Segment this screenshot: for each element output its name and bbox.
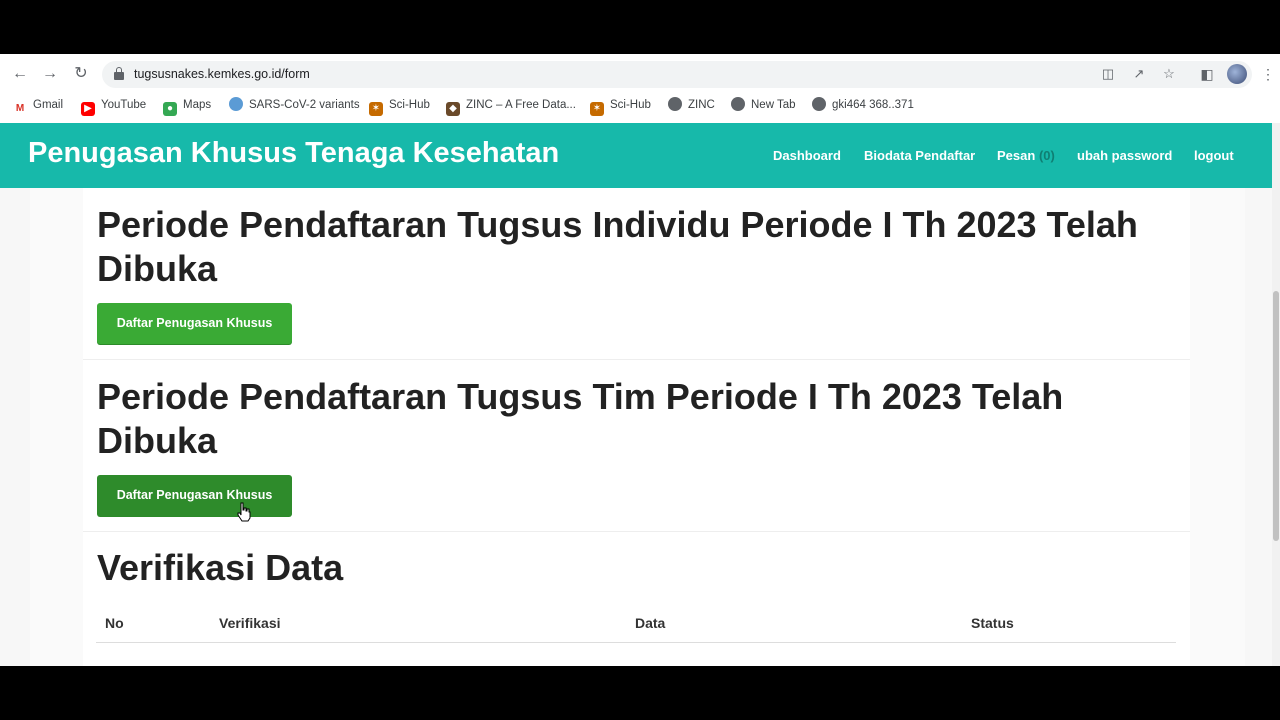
table-divider (96, 642, 1176, 643)
verification-heading: Verifikasi Data (97, 547, 344, 588)
bookmark-new-tab[interactable]: New Tab (731, 97, 796, 113)
reload-icon[interactable]: ↻ (71, 64, 91, 84)
daftar-penugasan-khusus-button[interactable]: Daftar Penugasan Khusus (97, 303, 292, 344)
column-header-verifikasi: Verifikasi (219, 615, 281, 631)
address-bar[interactable]: tugsusnakes.kemkes.go.id/form ◫ ↗ ☆ (102, 61, 1252, 88)
bookmark-youtube[interactable]: ▶ YouTube (81, 97, 146, 116)
bookmark-scihub-1[interactable]: ✶ Sci-Hub (369, 97, 430, 116)
nav-logout[interactable]: logout (1194, 148, 1234, 163)
nav-biodata[interactable]: Biodata Pendaftar (864, 148, 975, 163)
verification-card: Verifikasi Data (83, 532, 1190, 666)
site-header: Penugasan Khusus Tenaga Kesehatan Dashbo… (0, 123, 1272, 188)
scihub-icon: ✶ (369, 102, 383, 116)
bookmark-zinc-db[interactable]: ◆ ZINC – A Free Data... (446, 97, 576, 116)
section-heading: Periode Pendaftaran Tugsus Tim Periode I… (97, 376, 1064, 461)
site-title[interactable]: Penugasan Khusus Tenaga Kesehatan (28, 137, 559, 170)
lock-icon[interactable] (114, 67, 124, 81)
registration-card-individu: Periode Pendaftaran Tugsus Individu Peri… (83, 188, 1190, 360)
bookmarks-bar: M Gmail ▶ YouTube ● Maps SARS-CoV-2 variant… (0, 94, 1280, 116)
translate-icon[interactable]: ◫ (1099, 65, 1117, 83)
scrollbar-thumb[interactable] (1273, 291, 1279, 541)
nav-dashboard[interactable]: Dashboard (773, 148, 841, 163)
nav-pesan[interactable]: Pesan (0) (997, 148, 1055, 163)
column-header-no: No (105, 615, 124, 631)
more-vert-icon[interactable]: ⋮ (1258, 64, 1278, 84)
nav-ubah-password[interactable]: ubah password (1077, 148, 1172, 163)
hand-cursor-icon (237, 502, 251, 522)
nav-pesan-label: Pesan (997, 148, 1036, 163)
daftar-penugasan-khusus-button[interactable]: Daftar Penugasan Khusus (97, 475, 292, 516)
globe-icon (229, 97, 243, 111)
maps-icon: ● (163, 102, 177, 116)
browser-window: ← → ↻ tugsusnakes.kemkes.go.id/form ◫ ↗ … (0, 54, 1280, 666)
main-content: Periode Pendaftaran Tugsus Individu Peri… (0, 188, 1272, 666)
column-header-data: Data (635, 615, 666, 631)
page-scrollbar[interactable] (1272, 123, 1280, 666)
globe-icon (812, 97, 826, 111)
share-icon[interactable]: ↗ (1130, 65, 1148, 83)
browser-toolbar: ← → ↻ tugsusnakes.kemkes.go.id/form ◫ ↗ … (0, 54, 1280, 94)
globe-icon (668, 97, 682, 111)
globe-icon (731, 97, 745, 111)
bookmark-scihub-2[interactable]: ✶ Sci-Hub (590, 97, 651, 116)
forward-arrow-icon[interactable]: → (40, 64, 60, 84)
back-arrow-icon[interactable]: ← (10, 64, 30, 84)
bookmark-zinc[interactable]: ZINC (668, 97, 715, 113)
bookmark-gmail[interactable]: M Gmail (13, 97, 63, 116)
profile-avatar[interactable] (1227, 64, 1247, 84)
youtube-icon: ▶ (81, 102, 95, 116)
bookmark-gki[interactable]: gki464 368..371 (812, 97, 914, 113)
star-icon[interactable]: ☆ (1160, 65, 1178, 83)
gmail-icon: M (13, 102, 27, 116)
bookmark-maps[interactable]: ● Maps (163, 97, 211, 116)
column-header-status: Status (971, 615, 1014, 631)
section-heading: Periode Pendaftaran Tugsus Individu Peri… (97, 204, 1138, 289)
zinc-icon: ◆ (446, 102, 460, 116)
url-text[interactable]: tugsusnakes.kemkes.go.id/form (134, 67, 310, 81)
side-panel-icon[interactable]: ◧ (1197, 64, 1217, 84)
scihub-icon: ✶ (590, 102, 604, 116)
bookmark-sars-cov-2[interactable]: SARS-CoV-2 variants (229, 97, 360, 113)
message-count-badge: (0) (1038, 148, 1055, 163)
